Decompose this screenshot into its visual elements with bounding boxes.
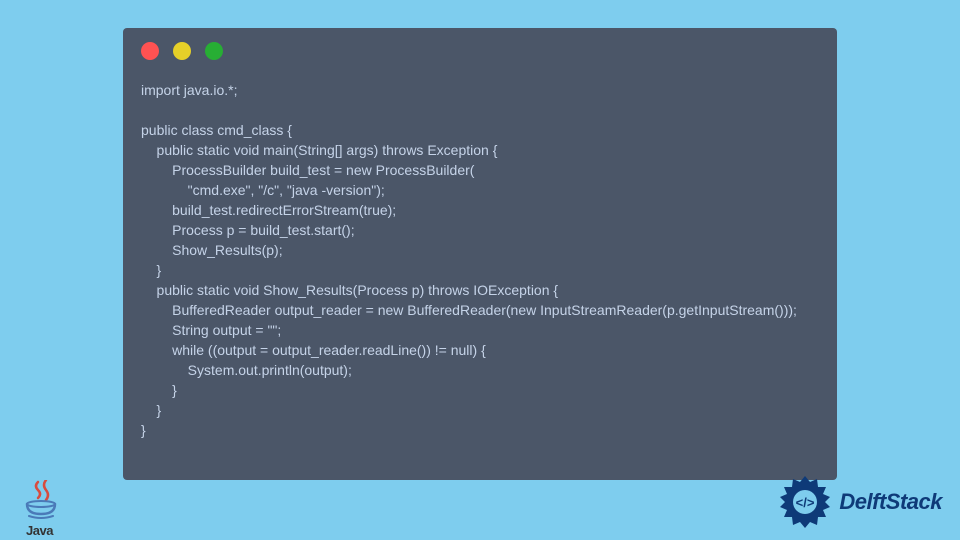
window-controls xyxy=(141,42,819,60)
delftstack-gear-icon: </> xyxy=(777,474,833,530)
code-window: import java.io.*; public class cmd_class… xyxy=(123,28,837,480)
java-logo-icon: Java xyxy=(20,480,66,536)
java-logo-text: Java xyxy=(26,523,53,538)
delftstack-text: DelftStack xyxy=(839,489,942,515)
code-content: import java.io.*; public class cmd_class… xyxy=(141,80,819,440)
svg-text:</>: </> xyxy=(796,495,815,510)
delftstack-logo: </> DelftStack xyxy=(777,474,942,530)
close-dot-icon[interactable] xyxy=(141,42,159,60)
maximize-dot-icon[interactable] xyxy=(205,42,223,60)
minimize-dot-icon[interactable] xyxy=(173,42,191,60)
